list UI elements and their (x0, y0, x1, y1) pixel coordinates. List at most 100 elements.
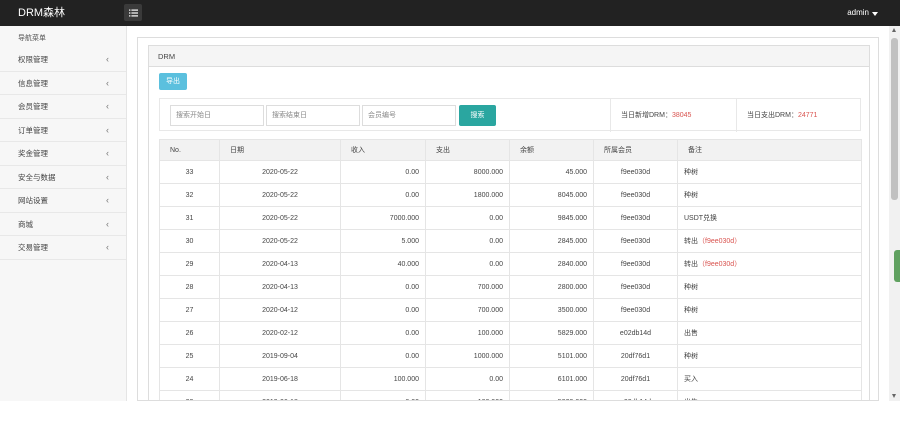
table-row: 33 2020-05-22 0.00 8000.000 45.000 f9ee030d 种树 (159, 160, 862, 184)
table-row: 30 2020-05-22 5.000 0.00 2845.000 f9ee030d 转出（… (159, 229, 862, 253)
daily-new-drm: 当日新增DRM：38045 (610, 99, 738, 132)
nav-header: 导航菜单 (18, 35, 46, 42)
row-member: 20df76d1 (593, 344, 678, 368)
scroll-up-icon[interactable] (892, 28, 896, 32)
row-remark-note: （f9ee030d） (698, 238, 742, 245)
row-remark: 种树 (684, 169, 698, 176)
row-balance: 8045.000 (509, 183, 594, 207)
panel-title: DRM (149, 46, 869, 67)
row-date: 2019-06-18 (219, 390, 341, 400)
row-no: 25 (159, 344, 220, 368)
row-income: 0.00 (340, 275, 426, 299)
row-member: e02db14d (593, 321, 678, 345)
col-expense[interactable]: 支出 (425, 139, 510, 161)
row-income: 0.00 (340, 390, 426, 400)
sidebar-item[interactable]: 会员管理 ‹ (0, 95, 126, 119)
chevron-left-icon: ‹ (106, 77, 109, 88)
col-member[interactable]: 所属会员 (593, 139, 678, 161)
row-income: 5.000 (340, 229, 426, 253)
records-table: No. 日期 收入 支出 余额 所属会员 备注 33 2020-05-22 0.00… (159, 139, 862, 400)
chevron-left-icon: ‹ (106, 242, 109, 252)
sidebar-item-label: 订单管理 (18, 125, 48, 135)
row-date: 2020-04-13 (219, 252, 341, 276)
sidebar-item[interactable]: 商城 ‹ (0, 213, 126, 236)
table-row: 26 2020-02-12 0.00 100.000 5829.000 e02db14d 出… (159, 321, 862, 345)
table-row: 28 2020-04-13 0.00 700.000 2800.000 f9ee030d 种… (159, 275, 862, 299)
user-menu[interactable]: admin (847, 0, 878, 26)
sidebar-toggle-button[interactable] (124, 4, 142, 21)
start-date-input[interactable]: 搜索开始日 (170, 105, 264, 126)
row-no: 30 (159, 229, 220, 253)
sidebar-item[interactable]: 安全与数据 ‹ (0, 166, 126, 189)
end-date-input[interactable]: 搜索结束日 (266, 105, 360, 126)
sidebar-item-label: 交易管理 (18, 243, 48, 252)
table-row: 32 2020-05-22 0.00 1800.000 8045.000 f9ee030d… (159, 183, 862, 207)
row-expense: 0.00 (425, 229, 510, 253)
sidebar-item-label: 权限管理 (18, 55, 48, 64)
row-remark-cell: 种树 (677, 275, 862, 299)
row-remark-note: （f9ee030d） (698, 261, 742, 268)
main-content: DRM 导出 搜索开始日 搜索结束日 会员编号 搜索 当日新增DRM：38045… (137, 37, 879, 401)
daily-out-drm: 当日支出DRM：24771 (736, 99, 862, 132)
floating-widget-tab[interactable] (894, 250, 900, 282)
row-member: f9ee030d (593, 298, 678, 322)
row-expense: 700.000 (425, 298, 510, 322)
table-header-row: No. 日期 收入 支出 余额 所属会员 备注 (159, 139, 862, 161)
row-remark-cell: 出售 (677, 390, 862, 400)
drm-panel: DRM 导出 搜索开始日 搜索结束日 会员编号 搜索 当日新增DRM：38045… (148, 45, 870, 400)
search-button[interactable]: 搜索 (459, 105, 496, 126)
row-balance: 2840.000 (509, 252, 594, 276)
row-income: 0.00 (340, 298, 426, 322)
member-id-input[interactable]: 会员编号 (362, 105, 456, 126)
chevron-left-icon: ‹ (106, 218, 109, 229)
chevron-left-icon: ‹ (106, 124, 109, 135)
page-scrollbar[interactable] (889, 26, 900, 401)
sidebar: 导航菜单 权限管理 ‹ 信息管理 ‹ 会员管理 ‹ 订单管理 ‹ 奖金管理 ‹ 安全与数据 ‹ 网站设置… (0, 26, 127, 401)
row-expense: 1800.000 (425, 183, 510, 207)
col-balance[interactable]: 余额 (509, 139, 594, 161)
sidebar-item[interactable]: 订单管理 ‹ (0, 119, 126, 142)
row-balance: 5929.000 (509, 390, 594, 400)
row-member: f9ee030d (593, 206, 678, 230)
row-no: 27 (159, 298, 220, 322)
sidebar-item[interactable]: 奖金管理 ‹ (0, 142, 126, 166)
table-row: 31 2020-05-22 7000.000 0.00 9845.000 f9ee030d… (159, 206, 862, 230)
row-remark: 种树 (684, 192, 698, 199)
scroll-down-icon[interactable] (892, 394, 896, 398)
row-date: 2020-05-22 (219, 160, 341, 184)
row-remark: USDT兑换 (684, 215, 718, 222)
row-no: 29 (159, 252, 220, 276)
table-row: 232019-06-180.00100.0005929.000e02db14d 出… (159, 390, 862, 400)
row-income: 0.00 (340, 344, 426, 368)
row-expense: 100.000 (425, 321, 510, 345)
row-expense: 0.00 (425, 252, 510, 276)
row-balance: 9845.000 (509, 206, 594, 230)
col-income[interactable]: 收入 (340, 139, 426, 161)
col-remark[interactable]: 备注 (677, 139, 862, 161)
row-expense: 0.00 (425, 367, 510, 391)
row-remark-cell: 转出（f9ee030d） (677, 252, 862, 276)
sidebar-item-label: 网站设置 (18, 196, 48, 205)
row-income: 0.00 (340, 183, 426, 207)
chevron-left-icon: ‹ (106, 148, 109, 158)
scrollbar-thumb[interactable] (891, 38, 898, 200)
sidebar-item[interactable]: 网站设置 ‹ (0, 189, 126, 213)
row-date: 2020-02-12 (219, 321, 341, 345)
row-income: 0.00 (340, 160, 426, 184)
row-no: 23 (159, 390, 220, 400)
row-income: 40.000 (340, 252, 426, 276)
daily-new-label: 当日新增DRM： (621, 112, 672, 119)
row-member: f9ee030d (593, 160, 678, 184)
sidebar-item[interactable]: 信息管理 ‹ (0, 72, 126, 95)
export-button[interactable]: 导出 (159, 73, 187, 90)
sidebar-item[interactable]: 权限管理 ‹ (0, 48, 126, 72)
col-no[interactable]: No. (159, 139, 220, 161)
sidebar-item[interactable]: 交易管理 ‹ (0, 236, 126, 260)
brand-logo[interactable]: DRM森林 (18, 0, 65, 26)
col-date[interactable]: 日期 (219, 139, 341, 161)
row-remark-cell: USDT兑换 (677, 206, 862, 230)
row-no: 28 (159, 275, 220, 299)
row-remark: 买入 (684, 376, 698, 383)
top-navbar: DRM森林 admin (0, 0, 900, 26)
row-remark: 转出 (684, 261, 698, 268)
